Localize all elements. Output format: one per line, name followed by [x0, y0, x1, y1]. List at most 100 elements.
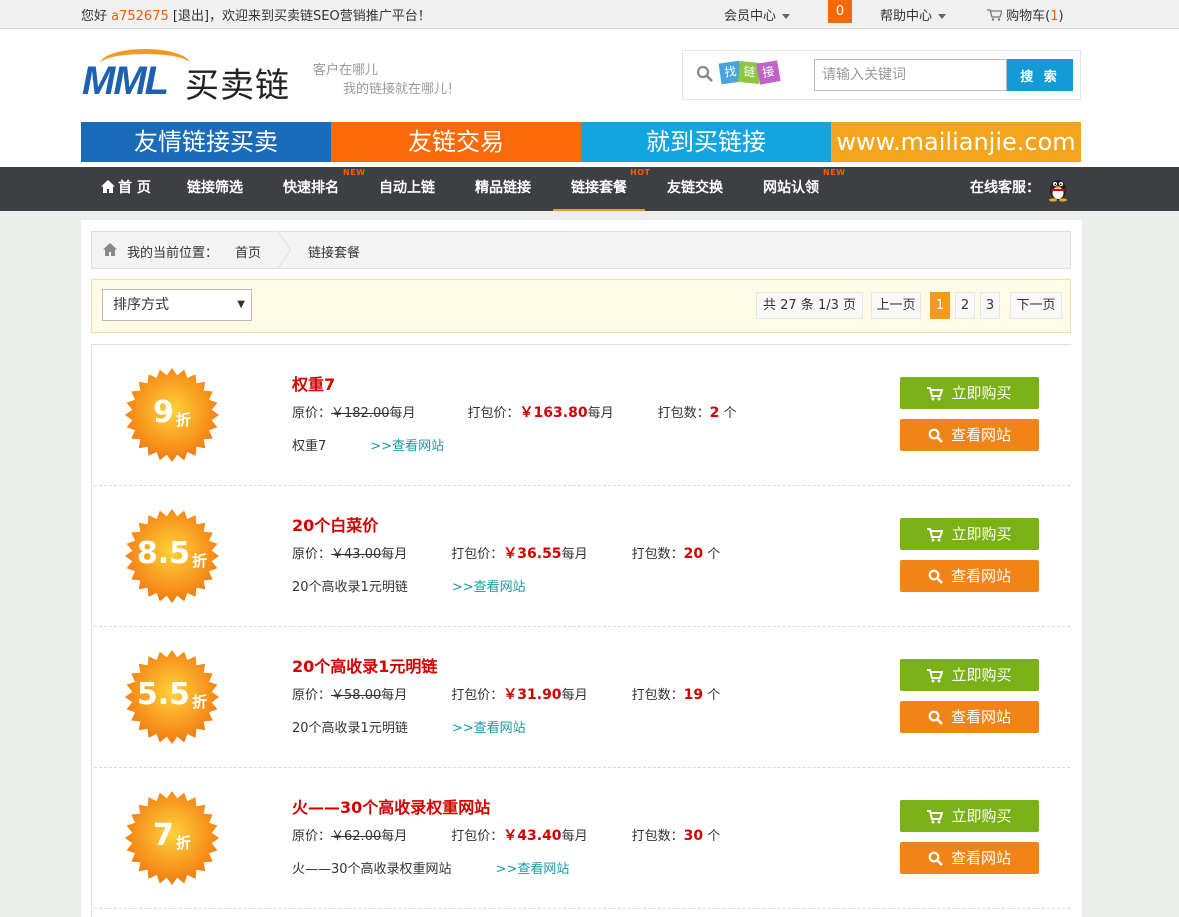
view-site-link[interactable]: >>查看网站 — [496, 862, 570, 877]
breadcrumb-home-link[interactable]: 首页 — [235, 242, 261, 261]
logout-link[interactable]: [退出] — [173, 9, 209, 24]
hot-badge: HOT — [630, 168, 651, 177]
nav-item-home[interactable]: 首 页 — [100, 167, 151, 211]
cart-icon — [927, 669, 944, 683]
search-input[interactable] — [814, 59, 1007, 91]
next-page-button[interactable]: 下一页 — [1010, 292, 1062, 319]
discount-value: 9折 — [124, 367, 220, 463]
package-price-label: 打包价： — [467, 406, 520, 421]
nav-item-premium-links[interactable]: 精品链接 — [475, 167, 531, 211]
discount-value: 7折 — [124, 790, 220, 886]
message-count-badge[interactable]: 0 — [828, 0, 852, 23]
nav-item-link-filter[interactable]: 链接筛选 — [187, 167, 243, 211]
view-site-link[interactable]: >>查看网站 — [452, 721, 526, 736]
logo-text: 买卖链 — [185, 66, 290, 106]
discount-unit: 折 — [175, 834, 191, 852]
price-period: 每月 — [587, 406, 614, 421]
page-button[interactable]: 3 — [980, 292, 1000, 319]
nav-item-label: 友链交换 — [667, 180, 723, 196]
package-desc-text: 20个高收录1元明链 — [292, 721, 408, 736]
price-period: 每月 — [381, 688, 408, 703]
package-title[interactable]: 权重7 — [292, 371, 335, 395]
new-badge: NEW — [823, 168, 846, 177]
price-period: 每月 — [561, 829, 588, 844]
pagination-summary: 共 27 条 1/3 页 — [756, 292, 863, 319]
package-count: 2 — [709, 405, 720, 421]
package-count: 20 — [683, 546, 704, 562]
discount-number: 5.5 — [136, 677, 191, 712]
package-list: 9 折权重7 原价：￥182.00每月 打包价：￥163.80每月 打包数：2 个权重7… — [91, 344, 1071, 917]
cart-link[interactable]: 购物车(1) — [987, 5, 1064, 24]
package-prices: 原价：￥62.00每月 打包价：￥43.40每月 打包数：30 个 — [292, 825, 720, 845]
buy-now-button[interactable]: 立即购买 — [900, 518, 1039, 550]
discount-burst: 8.5 折 — [124, 508, 220, 604]
original-price-label: 原价： — [292, 829, 332, 844]
search-box: 找链接 搜 索 — [682, 50, 1081, 100]
package-price-label: 打包价： — [451, 688, 504, 703]
cart-icon — [987, 9, 1003, 21]
discount-number: 9 — [153, 395, 174, 430]
package-price-label: 打包价： — [451, 829, 504, 844]
original-price: ￥182.00 — [331, 406, 390, 421]
search-button[interactable]: 搜 索 — [1007, 59, 1073, 91]
greeting-prefix: 您好 — [81, 9, 108, 24]
price-period: 每月 — [389, 406, 416, 421]
username-link[interactable]: a752675 — [111, 9, 169, 24]
prev-page-button[interactable]: 上一页 — [871, 292, 921, 319]
view-site-link[interactable]: >>查看网站 — [452, 580, 526, 595]
search-tags: 找链接 — [718, 60, 781, 85]
promo-banner[interactable]: 友情链接买卖 友链交易 就到买链接 www.mailianjie.com — [81, 122, 1081, 162]
chevron-down-icon: ▼ — [237, 299, 245, 310]
package-count-label: 打包数： — [657, 406, 710, 421]
cart-count: 1 — [1050, 9, 1059, 24]
price-period: 每月 — [381, 547, 408, 562]
search-icon — [928, 428, 943, 443]
view-site-button[interactable]: 查看网站 — [900, 701, 1039, 733]
nav-item-site-claim[interactable]: 网站认领 NEW — [763, 167, 845, 211]
greeting: 您好 a752675 [退出]，欢迎来到买卖链SEO营销推广平台！ — [81, 5, 431, 24]
package-count-unit: 个 — [703, 688, 721, 703]
view-site-label: 查看网站 — [950, 426, 1011, 444]
help-center-label: 帮助中心 — [880, 9, 933, 24]
price-period: 每月 — [381, 829, 408, 844]
view-site-button[interactable]: 查看网站 — [900, 842, 1039, 874]
package-desc-text: 20个高收录1元明链 — [292, 580, 408, 595]
page-button[interactable]: 2 — [955, 292, 975, 319]
package-title[interactable]: 20个白菜价 — [292, 512, 378, 536]
new-badge: NEW — [343, 168, 366, 177]
cart-label: 购物车( — [1006, 9, 1051, 24]
main-content: 我的当前位置： 首页 链接套餐 排序方式 ▼ 共 27 条 1/3 页 上一页 … — [81, 220, 1082, 917]
buy-now-button[interactable]: 立即购买 — [900, 659, 1039, 691]
site-logo[interactable]: MML 买卖链 — [82, 49, 292, 106]
view-site-button[interactable]: 查看网站 — [900, 419, 1039, 451]
package-title[interactable]: 火——30个高收录权重网站 — [292, 794, 490, 818]
view-site-label: 查看网站 — [950, 849, 1011, 867]
qq-penguin-icon[interactable] — [1047, 176, 1069, 202]
nav-item-auto-link[interactable]: 自动上链 — [379, 167, 435, 211]
nav-item-fast-ranking[interactable]: 快速排名 NEW — [283, 167, 365, 211]
original-price-label: 原价： — [292, 547, 332, 562]
nav-item-link-exchange[interactable]: 友链交换 — [667, 167, 723, 211]
package-prices: 原价：￥182.00每月 打包价：￥163.80每月 打包数：2 个 — [292, 402, 737, 422]
package-title[interactable]: 20个高收录1元明链 — [292, 653, 437, 677]
buy-now-button[interactable]: 立即购买 — [900, 377, 1039, 409]
package-prices: 原价：￥43.00每月 打包价：￥36.55每月 打包数：20 个 — [292, 543, 720, 563]
view-site-link[interactable]: >>查看网站 — [370, 439, 444, 454]
discount-burst: 5.5 折 — [124, 649, 220, 745]
member-center-menu[interactable]: 会员中心 — [724, 5, 791, 24]
search-icon — [928, 569, 943, 584]
package-count-label: 打包数： — [631, 829, 684, 844]
buy-now-button[interactable]: 立即购买 — [900, 800, 1039, 832]
discount-value: 5.5 折 — [124, 649, 220, 745]
sort-select[interactable]: 排序方式 ▼ — [102, 289, 252, 321]
breadcrumb-separator-inner — [277, 231, 290, 269]
discount-unit: 折 — [192, 693, 208, 711]
help-center-menu[interactable]: 帮助中心 — [880, 5, 947, 24]
nav-item-label: 自动上链 — [379, 180, 435, 196]
nav-item-link-packages[interactable]: 链接套餐 HOT — [553, 167, 650, 211]
page-button-current[interactable]: 1 — [930, 292, 950, 319]
top-bar: 您好 a752675 [退出]，欢迎来到买卖链SEO营销推广平台！ 会员中心 0… — [0, 0, 1179, 29]
filter-bar: 排序方式 ▼ 共 27 条 1/3 页 上一页 1 2 3 下一页 — [91, 279, 1071, 333]
home-icon — [103, 243, 117, 256]
view-site-button[interactable]: 查看网站 — [900, 560, 1039, 592]
